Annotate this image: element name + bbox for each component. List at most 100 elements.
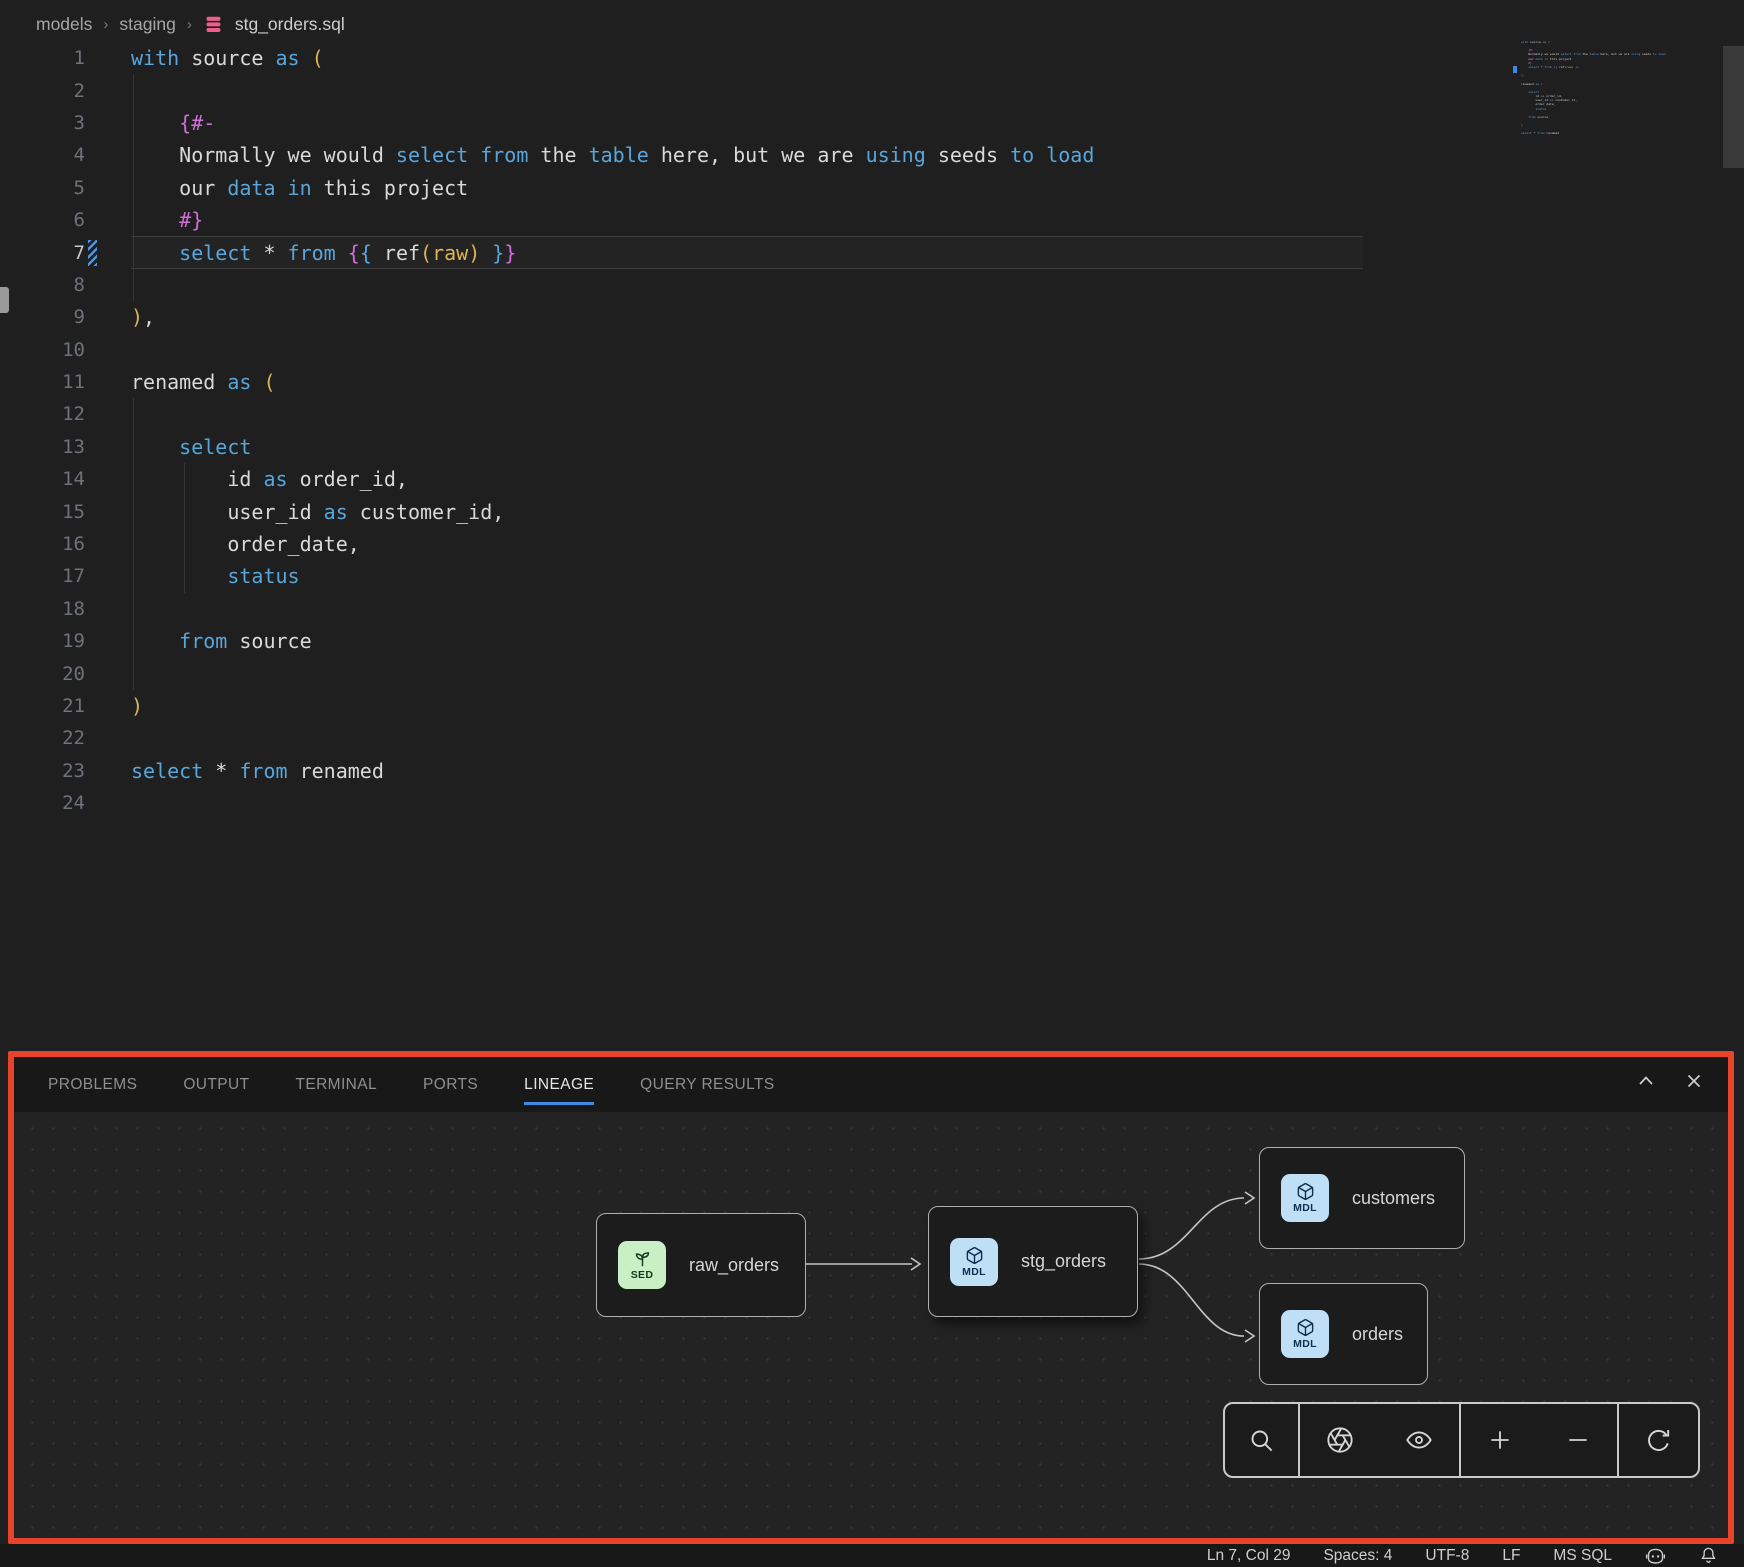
tab-output[interactable]: OUTPUT [183,1076,249,1094]
code-line[interactable]: 24 [0,787,1744,819]
breadcrumb: models › staging › stg_orders.sql [36,9,345,39]
code-line-text: user_id as customer_id, [131,500,504,524]
breadcrumb-separator: › [187,16,192,33]
badge-label: MDL [962,1266,986,1278]
node-label: orders [1352,1324,1403,1345]
code-line-text: select * from renamed [131,759,384,783]
line-number: 7 [30,242,85,264]
code-line[interactable]: 11 renamed as ( [0,366,1744,398]
breadcrumb-item-models[interactable]: models [36,14,92,35]
breadcrumb-separator: › [103,16,108,33]
code-line[interactable]: 4 Normally we would select from the tabl… [0,139,1744,171]
line-number: 1 [30,47,85,69]
seedling-icon [633,1249,652,1268]
code-line[interactable]: 17 status [0,560,1744,592]
code-line[interactable]: 7 select * from {{ ref(raw) }} [0,236,1744,268]
code-line[interactable]: 16 order_date, [0,528,1744,560]
code-line[interactable]: 20 [0,657,1744,689]
line-number: 21 [30,695,85,717]
cursor-position[interactable]: Ln 7, Col 29 [1207,1547,1291,1565]
tab-ports[interactable]: PORTS [423,1076,478,1094]
editor-scrollbar[interactable] [1723,46,1744,168]
node-label: stg_orders [1021,1251,1106,1272]
copilot-icon[interactable] [1645,1547,1666,1565]
code-line[interactable]: 1with source as ( [0,42,1744,74]
lineage-node-raw-orders[interactable]: SED raw_orders [596,1213,806,1317]
zoom-out-button[interactable] [1539,1427,1617,1453]
minimap[interactable]: with source as ( {#- Normally we would s… [1521,40,1696,140]
panel-tab-bar: PROBLEMS OUTPUT TERMINAL PORTS LINEAGE QUERY … [14,1057,1728,1112]
notifications-bell-icon[interactable] [1699,1546,1718,1565]
close-panel-icon[interactable] [1684,1071,1704,1091]
code-line-text: order_date, [131,532,360,556]
minus-icon [1565,1427,1591,1453]
code-line-text: renamed as ( [131,370,276,394]
code-line[interactable]: 12 [0,398,1744,430]
line-number: 9 [30,306,85,328]
minimap-line [1521,136,1696,140]
lineage-node-orders[interactable]: MDL orders [1259,1283,1428,1385]
code-line-text: from source [131,629,312,653]
search-button[interactable] [1225,1427,1298,1454]
zoom-in-button[interactable] [1461,1427,1539,1453]
code-line[interactable]: 5 our data in this project [0,172,1744,204]
badge-label: MDL [1293,1202,1317,1214]
breadcrumb-file-name[interactable]: stg_orders.sql [235,14,345,35]
encoding-setting[interactable]: UTF-8 [1425,1547,1469,1565]
seed-badge: SED [618,1241,666,1289]
cube-icon [1296,1318,1315,1337]
line-number: 24 [30,792,85,814]
code-line[interactable]: 22 [0,722,1744,754]
maximize-panel-icon[interactable] [1636,1071,1656,1091]
line-number: 19 [30,630,85,652]
code-line[interactable]: 13 select [0,431,1744,463]
code-line[interactable]: 8 [0,269,1744,301]
code-line[interactable]: 9), [0,301,1744,333]
refresh-button[interactable] [1619,1427,1698,1454]
code-line[interactable]: 10 [0,334,1744,366]
code-line-text: our data in this project [131,176,468,200]
tab-terminal[interactable]: TERMINAL [295,1076,377,1094]
visibility-button[interactable] [1379,1426,1459,1454]
tab-problems[interactable]: PROBLEMS [48,1076,137,1094]
code-line[interactable]: 14 id as order_id, [0,463,1744,495]
line-number: 8 [30,274,85,296]
code-line[interactable]: 6 #} [0,204,1744,236]
indentation-setting[interactable]: Spaces: 4 [1323,1547,1392,1565]
search-icon [1248,1427,1275,1454]
code-line[interactable]: 19 from source [0,625,1744,657]
line-number: 6 [30,209,85,231]
eol-setting[interactable]: LF [1502,1547,1520,1565]
lineage-node-stg-orders[interactable]: MDL stg_orders [928,1206,1138,1317]
tab-lineage[interactable]: LINEAGE [524,1076,594,1094]
code-line[interactable]: 23 select * from renamed [0,755,1744,787]
language-mode[interactable]: MS SQL [1553,1547,1612,1565]
tab-query-results[interactable]: QUERY RESULTS [640,1076,774,1094]
code-line[interactable]: 2 [0,74,1744,106]
code-line[interactable]: 18 [0,593,1744,625]
badge-label: SED [631,1269,654,1281]
code-line-text: ) [131,694,143,718]
line-number: 10 [30,339,85,361]
status-bar: Ln 7, Col 29 Spaces: 4 UTF-8 LF MS SQL [0,1544,1744,1567]
model-badge: MDL [1281,1174,1329,1222]
line-number: 20 [30,663,85,685]
left-edge-handle [0,287,9,313]
breadcrumb-item-staging[interactable]: staging [119,14,175,35]
line-number: 16 [30,533,85,555]
code-editor[interactable]: 1with source as (23 {#-4 Normally we wou… [0,42,1744,1052]
lineage-toolbar [1223,1402,1700,1478]
code-line[interactable]: 15 user_id as customer_id, [0,495,1744,527]
lineage-node-customers[interactable]: MDL customers [1259,1147,1465,1249]
code-line-text: id as order_id, [131,467,408,491]
capture-button[interactable] [1300,1426,1380,1454]
code-line[interactable]: 3 {#- [0,107,1744,139]
line-number: 11 [30,371,85,393]
line-number: 22 [30,727,85,749]
badge-label: MDL [1293,1338,1317,1350]
model-badge: MDL [950,1238,998,1286]
code-line[interactable]: 21) [0,690,1744,722]
cube-icon [965,1246,984,1265]
line-number: 23 [30,760,85,782]
line-number: 17 [30,565,85,587]
